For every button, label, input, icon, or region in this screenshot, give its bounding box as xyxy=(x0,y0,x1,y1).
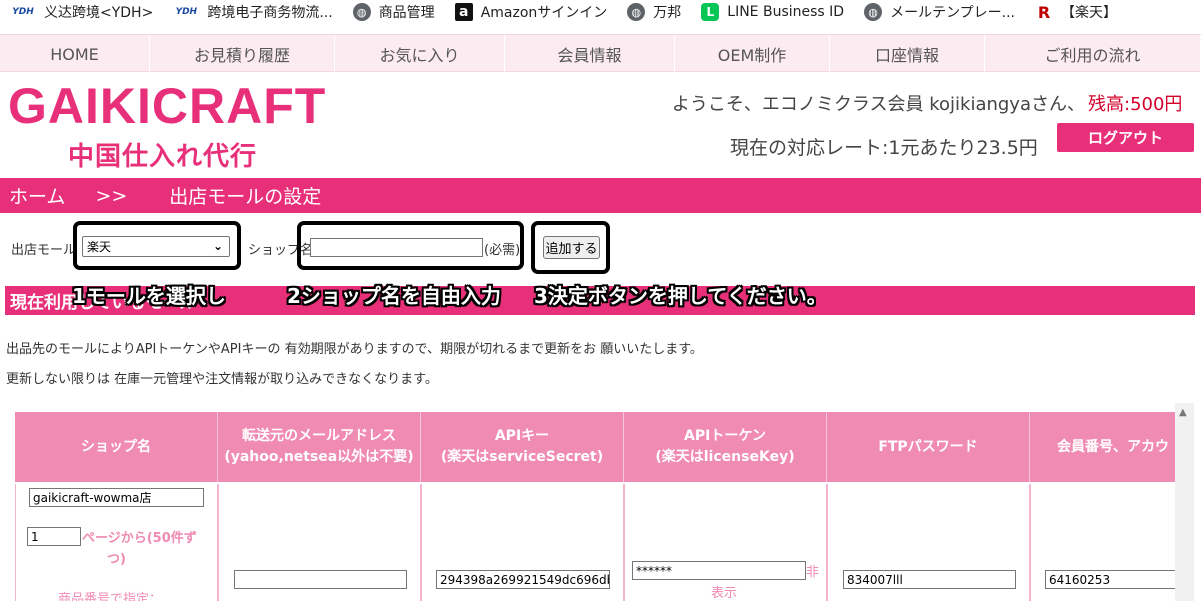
cell-email xyxy=(218,484,421,601)
cell-shop-name: gaikicraft-wowma店 1 ページから(50件ず つ) 商品番号で指… xyxy=(15,484,218,601)
note-update: 更新しない限りは 在庫一元管理や注文情報が取り込みできなくなります。 xyxy=(6,372,438,387)
ydh-logo-icon: YDH xyxy=(12,7,34,17)
exchange-rate-text: 現在の対応レート:1元あたり23.5円 xyxy=(730,137,1038,159)
cell-api-token: ****** 非 表示 xyxy=(624,484,827,601)
cell-api-key: 294398a269921549dc696db xyxy=(421,484,624,601)
nav-member-info[interactable]: 会員情報 xyxy=(505,35,675,73)
page-text: ページから(50件ず xyxy=(82,531,197,546)
line-icon: L xyxy=(701,3,720,21)
globe-icon: ◍ xyxy=(864,3,883,21)
email-field[interactable] xyxy=(234,570,407,589)
header-label: ショップ名 xyxy=(81,438,151,455)
bookmark-label: 义达跨境<YDH> xyxy=(44,5,154,21)
instruction-step-2: 2ショップ名を自由入力 xyxy=(287,284,501,308)
bookmark-rakuten[interactable]: R 【楽天】 xyxy=(1025,0,1127,24)
bookmark-wanbang[interactable]: ◍ 万邦 xyxy=(617,0,691,24)
vertical-scrollbar[interactable]: ▲ xyxy=(1175,403,1194,601)
bookmark-label: 商品管理 xyxy=(378,5,435,21)
hide-toggle[interactable]: 非 xyxy=(806,561,819,580)
bookmark-label: 跨境电子商务物流... xyxy=(207,5,333,21)
highlight-box-add-button xyxy=(531,221,610,274)
header-ftp-password: FTPパスワード xyxy=(827,412,1030,482)
bookmark-product-management[interactable]: ◍ 商品管理 xyxy=(343,0,445,24)
table-header-row: ショップ名 転送元のメールアドレス (yahoo,netsea以外は不要) AP… xyxy=(15,412,1175,482)
breadcrumb-current: 出店モールの設定 xyxy=(169,186,322,208)
welcome-text: ようこそ、エコノミクラス会員 kojikiangyaさん、 xyxy=(671,94,1085,115)
header-label: FTPパスワード xyxy=(878,438,978,455)
site-logo[interactable]: GAIKICRAFT xyxy=(8,80,326,132)
nav-home[interactable]: HOME xyxy=(0,35,150,73)
cell-ftp-password: 834007lll xyxy=(827,484,1030,601)
balance-text: 残高:500円 xyxy=(1088,94,1183,115)
page-text-cont: つ) xyxy=(107,552,126,567)
mall-table: ショップ名 転送元のメールアドレス (yahoo,netsea以外は不要) AP… xyxy=(15,412,1175,601)
header-label: APIキー xyxy=(494,428,550,444)
header-label: 会員番号、アカウ xyxy=(1057,438,1169,455)
logout-button[interactable]: ログアウト xyxy=(1057,123,1194,152)
breadcrumb: ホーム >> 出店モールの設定 xyxy=(0,178,1201,213)
api-token-field[interactable]: ****** xyxy=(632,561,806,580)
bookmark-label: 【楽天】 xyxy=(1061,5,1118,21)
globe-icon: ◍ xyxy=(352,3,371,21)
nav-usage-flow[interactable]: ご利用の流れ xyxy=(985,35,1201,73)
header-api-token: APIトーケン (楽天はlicenseKey) xyxy=(624,412,827,482)
header-shop-name: ショップ名 xyxy=(15,412,218,482)
page-number-field[interactable]: 1 xyxy=(27,527,81,546)
cell-member-no: 64160253 xyxy=(1030,484,1175,601)
nav-favorites[interactable]: お気に入り xyxy=(335,35,505,73)
note-expiry: 出品先のモールによりAPIトーケンやAPIキーの 有効期限がありますので、期限が… xyxy=(6,342,703,357)
bookmark-label: LINE Business ID xyxy=(727,4,845,20)
instruction-step-1: 1モールを選択し xyxy=(72,284,226,308)
bookmark-label: メールテンプレー... xyxy=(890,5,1016,21)
header-label: APIトーケン xyxy=(684,428,766,444)
breadcrumb-separator: >> xyxy=(95,184,128,207)
ydh-logo-icon: YDH xyxy=(175,7,198,17)
bookmarks-bar: YDH 义达跨境<YDH> YDH 跨境电子商务物流... ◍ 商品管理 a A… xyxy=(0,0,1201,24)
member-no-field[interactable]: 64160253 xyxy=(1045,570,1175,589)
header-member-no: 会員番号、アカウ xyxy=(1030,412,1175,482)
nav-quote-history[interactable]: お見積り履歴 xyxy=(150,35,335,73)
ftp-password-field[interactable]: 834007lll xyxy=(843,570,1016,589)
site-tagline: 中国仕入れ代行 xyxy=(68,142,258,172)
bookmark-line[interactable]: L LINE Business ID xyxy=(691,0,854,24)
header-sublabel: (楽天はserviceSecret) xyxy=(440,449,604,465)
api-key-field[interactable]: 294398a269921549dc696db xyxy=(436,570,610,589)
bookmark-mail-template[interactable]: ◍ メールテンプレー... xyxy=(854,0,1025,24)
bookmark-label: Amazonサインイン xyxy=(480,5,608,21)
hide-toggle-cont[interactable]: 表示 xyxy=(711,582,737,601)
scroll-up-icon[interactable]: ▲ xyxy=(1179,407,1187,418)
bookmark-amazon[interactable]: a Amazonサインイン xyxy=(445,0,618,24)
bookmark-label: 万邦 xyxy=(653,5,682,21)
header-label: 転送元のメールアドレス xyxy=(242,428,396,444)
header-sublabel: (yahoo,netsea以外は不要) xyxy=(224,449,414,465)
breadcrumb-home[interactable]: ホーム xyxy=(9,182,65,209)
nav-account-info[interactable]: 口座情報 xyxy=(830,35,985,73)
mall-label: 出店モール xyxy=(11,243,77,258)
highlight-box-shop-name xyxy=(297,221,524,270)
instruction-step-3: 3決定ボタンを押してください。 xyxy=(534,284,827,308)
nav-oem[interactable]: OEM制作 xyxy=(675,35,830,73)
highlight-box-mall xyxy=(73,221,241,270)
amazon-icon: a xyxy=(454,3,473,21)
header-email: 転送元のメールアドレス (yahoo,netsea以外は不要) xyxy=(218,412,421,482)
main-nav: HOME お見積り履歴 お気に入り 会員情報 OEM制作 口座情報 ご利用の流れ xyxy=(0,34,1201,73)
rakuten-icon: R xyxy=(1037,2,1051,22)
shop-name-field[interactable]: gaikicraft-wowma店 xyxy=(29,488,204,507)
bookmark-ydh[interactable]: YDH 义达跨境<YDH> xyxy=(0,0,163,24)
header-sublabel: (楽天はlicenseKey) xyxy=(655,449,795,465)
globe-icon: ◍ xyxy=(627,3,646,21)
product-number-hint: 商品番号で指定： xyxy=(58,592,163,601)
header-api-key: APIキー (楽天はserviceSecret) xyxy=(421,412,624,482)
bookmark-logistics[interactable]: YDH 跨境电子商务物流... xyxy=(163,0,342,24)
